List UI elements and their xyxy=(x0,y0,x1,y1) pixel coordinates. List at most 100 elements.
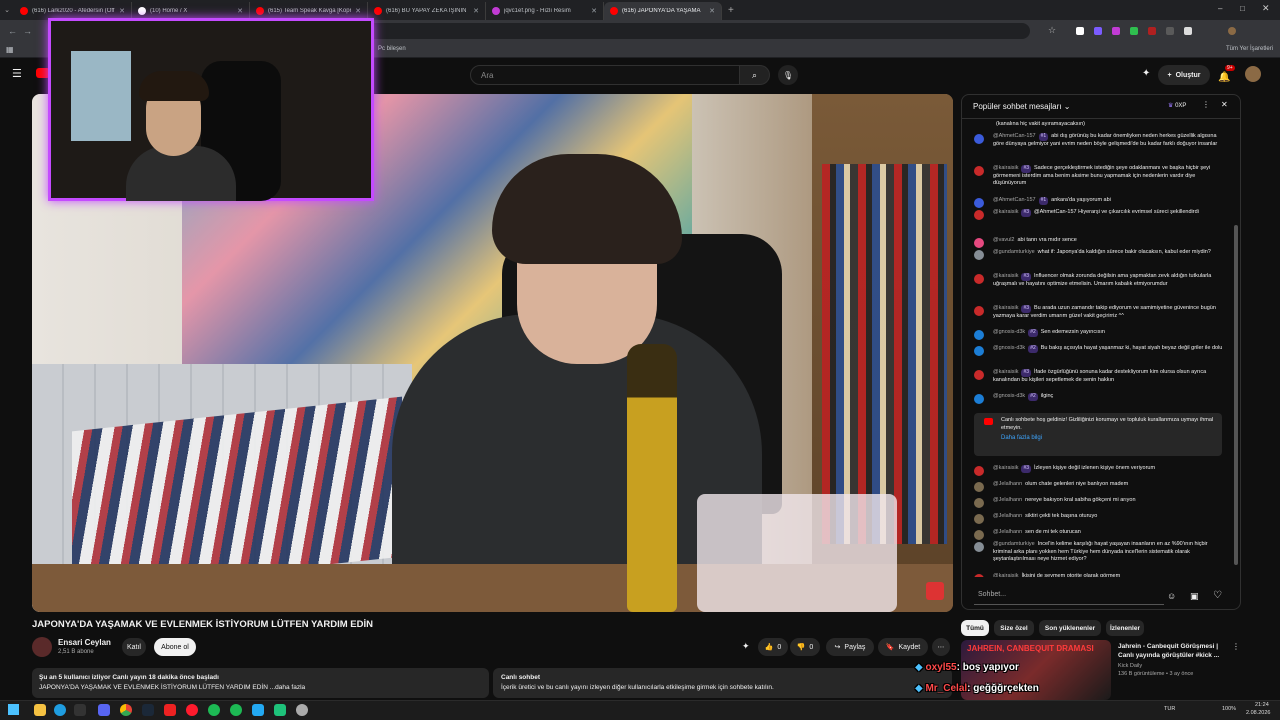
window-close-button[interactable]: ✕ xyxy=(1262,3,1270,14)
profile-avatar[interactable] xyxy=(1228,27,1236,35)
new-tab-button[interactable]: + xyxy=(728,5,734,16)
emoji-icon[interactable]: ☺ xyxy=(1167,591,1176,601)
extension-icon[interactable] xyxy=(1112,27,1120,35)
search-input[interactable]: Ara xyxy=(470,65,740,85)
gift-icon[interactable]: ▣ xyxy=(1190,591,1199,602)
battery-level[interactable]: 100% xyxy=(1222,706,1236,712)
language-indicator[interactable]: TUR xyxy=(1164,706,1175,712)
app-icon[interactable] xyxy=(274,704,286,716)
window-minimize-button[interactable]: – xyxy=(1218,4,1222,13)
tab-close-icon[interactable]: ✕ xyxy=(237,7,243,15)
recommended-video-title[interactable]: Jahrein - Canbequit Görüşmesi | Canlı ya… xyxy=(1118,642,1228,660)
description-box[interactable]: Şu an 5 kullanıcı izliyor Canlı yayın 18… xyxy=(32,668,489,698)
chat-author[interactable]: @gundamturkiye xyxy=(993,541,1035,547)
save-button[interactable]: 🔖 Kaydet xyxy=(878,638,928,656)
subscribe-button[interactable]: Abone ol xyxy=(154,638,196,656)
bookmark-item[interactable]: Pc bileşen xyxy=(378,46,406,52)
apps-icon[interactable]: ▦ xyxy=(6,45,14,54)
chat-author[interactable]: @Jelalhann xyxy=(993,513,1022,519)
chat-more-icon[interactable]: ⋮ xyxy=(1202,100,1210,109)
create-button[interactable]: + Oluştur xyxy=(1158,65,1210,85)
share-button[interactable]: ↪ Paylaş xyxy=(826,638,874,656)
tab-close-icon[interactable]: ✕ xyxy=(355,7,361,15)
voice-search-button[interactable]: 🎙 xyxy=(778,65,798,85)
menu-icon[interactable]: ☰ xyxy=(12,67,22,80)
chat-scrollbar[interactable] xyxy=(1234,225,1238,565)
chat-author[interactable]: @Jelalhann xyxy=(993,529,1022,535)
all-bookmarks-link[interactable]: Tüm Yer İşaretleri xyxy=(1226,46,1273,52)
forward-icon[interactable]: → xyxy=(23,26,32,36)
back-icon[interactable]: ← xyxy=(8,26,17,36)
discord-icon[interactable] xyxy=(98,704,110,716)
window-maximize-button[interactable]: □ xyxy=(1240,4,1245,13)
extension-icon[interactable] xyxy=(1148,27,1156,35)
app-icon[interactable] xyxy=(296,704,308,716)
tab-close-icon[interactable]: ✕ xyxy=(591,7,597,15)
chat-author[interactable]: @Jelalhann xyxy=(993,497,1022,503)
chat-author[interactable]: @AhmetCan-157 xyxy=(993,197,1036,203)
chat-author[interactable]: @kairaisik xyxy=(993,369,1018,375)
spotify-icon[interactable] xyxy=(230,704,242,716)
app-icon[interactable] xyxy=(74,704,86,716)
filter-chip[interactable]: Tümü xyxy=(961,620,989,636)
vscode-icon[interactable] xyxy=(252,704,264,716)
windows-start-icon[interactable] xyxy=(8,704,19,715)
chat-author[interactable]: @kairaisik xyxy=(993,465,1018,471)
chat-author[interactable]: @kairaisik xyxy=(993,165,1018,171)
chat-author[interactable]: @kairaisik xyxy=(993,573,1018,577)
magic-icon[interactable]: ✦ xyxy=(742,641,750,652)
chat-message-list[interactable]: (kanalına hiç vakit ayıramayacaksın) @Ahm… xyxy=(962,119,1240,577)
dislike-button[interactable]: 👎 0 xyxy=(790,638,820,656)
star-icon[interactable]: ☆ xyxy=(1048,25,1056,36)
points-badge[interactable]: ♛ 0XP xyxy=(1168,102,1186,109)
cast-icon[interactable]: ✦ xyxy=(1142,68,1150,79)
learn-more-link[interactable]: Daha fazla bilgi xyxy=(1001,435,1216,443)
more-actions-button[interactable]: ⋯ xyxy=(932,638,950,656)
chat-author[interactable]: @gnosis-d3k xyxy=(993,329,1025,335)
join-button[interactable]: Katıl xyxy=(122,638,146,656)
browser-tab[interactable]: (616) JAPONYA'DA YAŞAMA ✕ xyxy=(604,2,722,20)
filter-chip[interactable]: İzlenenler xyxy=(1106,620,1144,636)
extension-icon[interactable] xyxy=(1130,27,1138,35)
search-button[interactable]: ⌕ xyxy=(740,65,770,85)
channel-name[interactable]: Ensari Ceylan xyxy=(58,638,111,647)
chat-input[interactable]: Sohbet... xyxy=(974,589,1164,605)
extension-icon[interactable] xyxy=(1094,27,1102,35)
heart-icon[interactable]: ♡ xyxy=(1213,590,1222,601)
steam-icon[interactable] xyxy=(142,704,154,716)
chat-author[interactable]: @gundamturkiye xyxy=(993,249,1035,255)
tab-close-icon[interactable]: ✕ xyxy=(709,7,715,15)
more-icon[interactable]: ⋮ xyxy=(1232,642,1240,651)
filter-chip[interactable]: Size özel xyxy=(994,620,1034,636)
channel-avatar[interactable] xyxy=(32,637,52,657)
tab-close-icon[interactable]: ✕ xyxy=(473,7,479,15)
chrome-icon[interactable] xyxy=(120,704,132,716)
opera-icon[interactable] xyxy=(186,704,198,716)
like-button[interactable]: 👍 0 xyxy=(758,638,788,656)
edge-icon[interactable] xyxy=(54,704,66,716)
extension-icon[interactable] xyxy=(1166,27,1174,35)
clock-time[interactable]: 21:24 xyxy=(1255,702,1269,708)
notifications-button[interactable]: 🔔 9+ xyxy=(1218,65,1235,83)
chat-author[interactable]: @kairaisik xyxy=(993,209,1018,215)
file-explorer-icon[interactable] xyxy=(34,704,46,716)
chat-author[interactable]: @Jelalhann xyxy=(993,481,1022,487)
chat-mode-dropdown[interactable]: Popüler sohbet mesajları ⌄ xyxy=(973,102,1070,111)
extension-icon[interactable] xyxy=(1076,27,1084,35)
extension-icon[interactable] xyxy=(1184,27,1192,35)
chat-author[interactable]: @gnosis-d3k xyxy=(993,345,1025,351)
tab-list-button[interactable]: ⌄ xyxy=(0,6,14,14)
filter-chip[interactable]: Son yüklenenler xyxy=(1039,620,1101,636)
chat-author[interactable]: @vavul2 xyxy=(993,237,1014,243)
tab-close-icon[interactable]: ✕ xyxy=(119,7,125,15)
close-icon[interactable]: ✕ xyxy=(1221,100,1228,109)
clock-date[interactable]: 2.08.2026 xyxy=(1246,710,1270,716)
app-icon[interactable] xyxy=(208,704,220,716)
chat-author[interactable]: @kairaisik xyxy=(993,305,1018,311)
chat-author[interactable]: @gnosis-d3k xyxy=(993,393,1025,399)
account-avatar[interactable] xyxy=(1245,66,1261,82)
chat-author[interactable]: @AhmetCan-157 xyxy=(993,133,1036,139)
browser-tab[interactable]: (616) BU YAPAY ZEKA İŞİNİN TA ✕ xyxy=(368,2,486,20)
browser-tab[interactable]: jqvc1ef.png - Hızlı Resim ✕ xyxy=(486,2,604,20)
app-icon[interactable] xyxy=(164,704,176,716)
